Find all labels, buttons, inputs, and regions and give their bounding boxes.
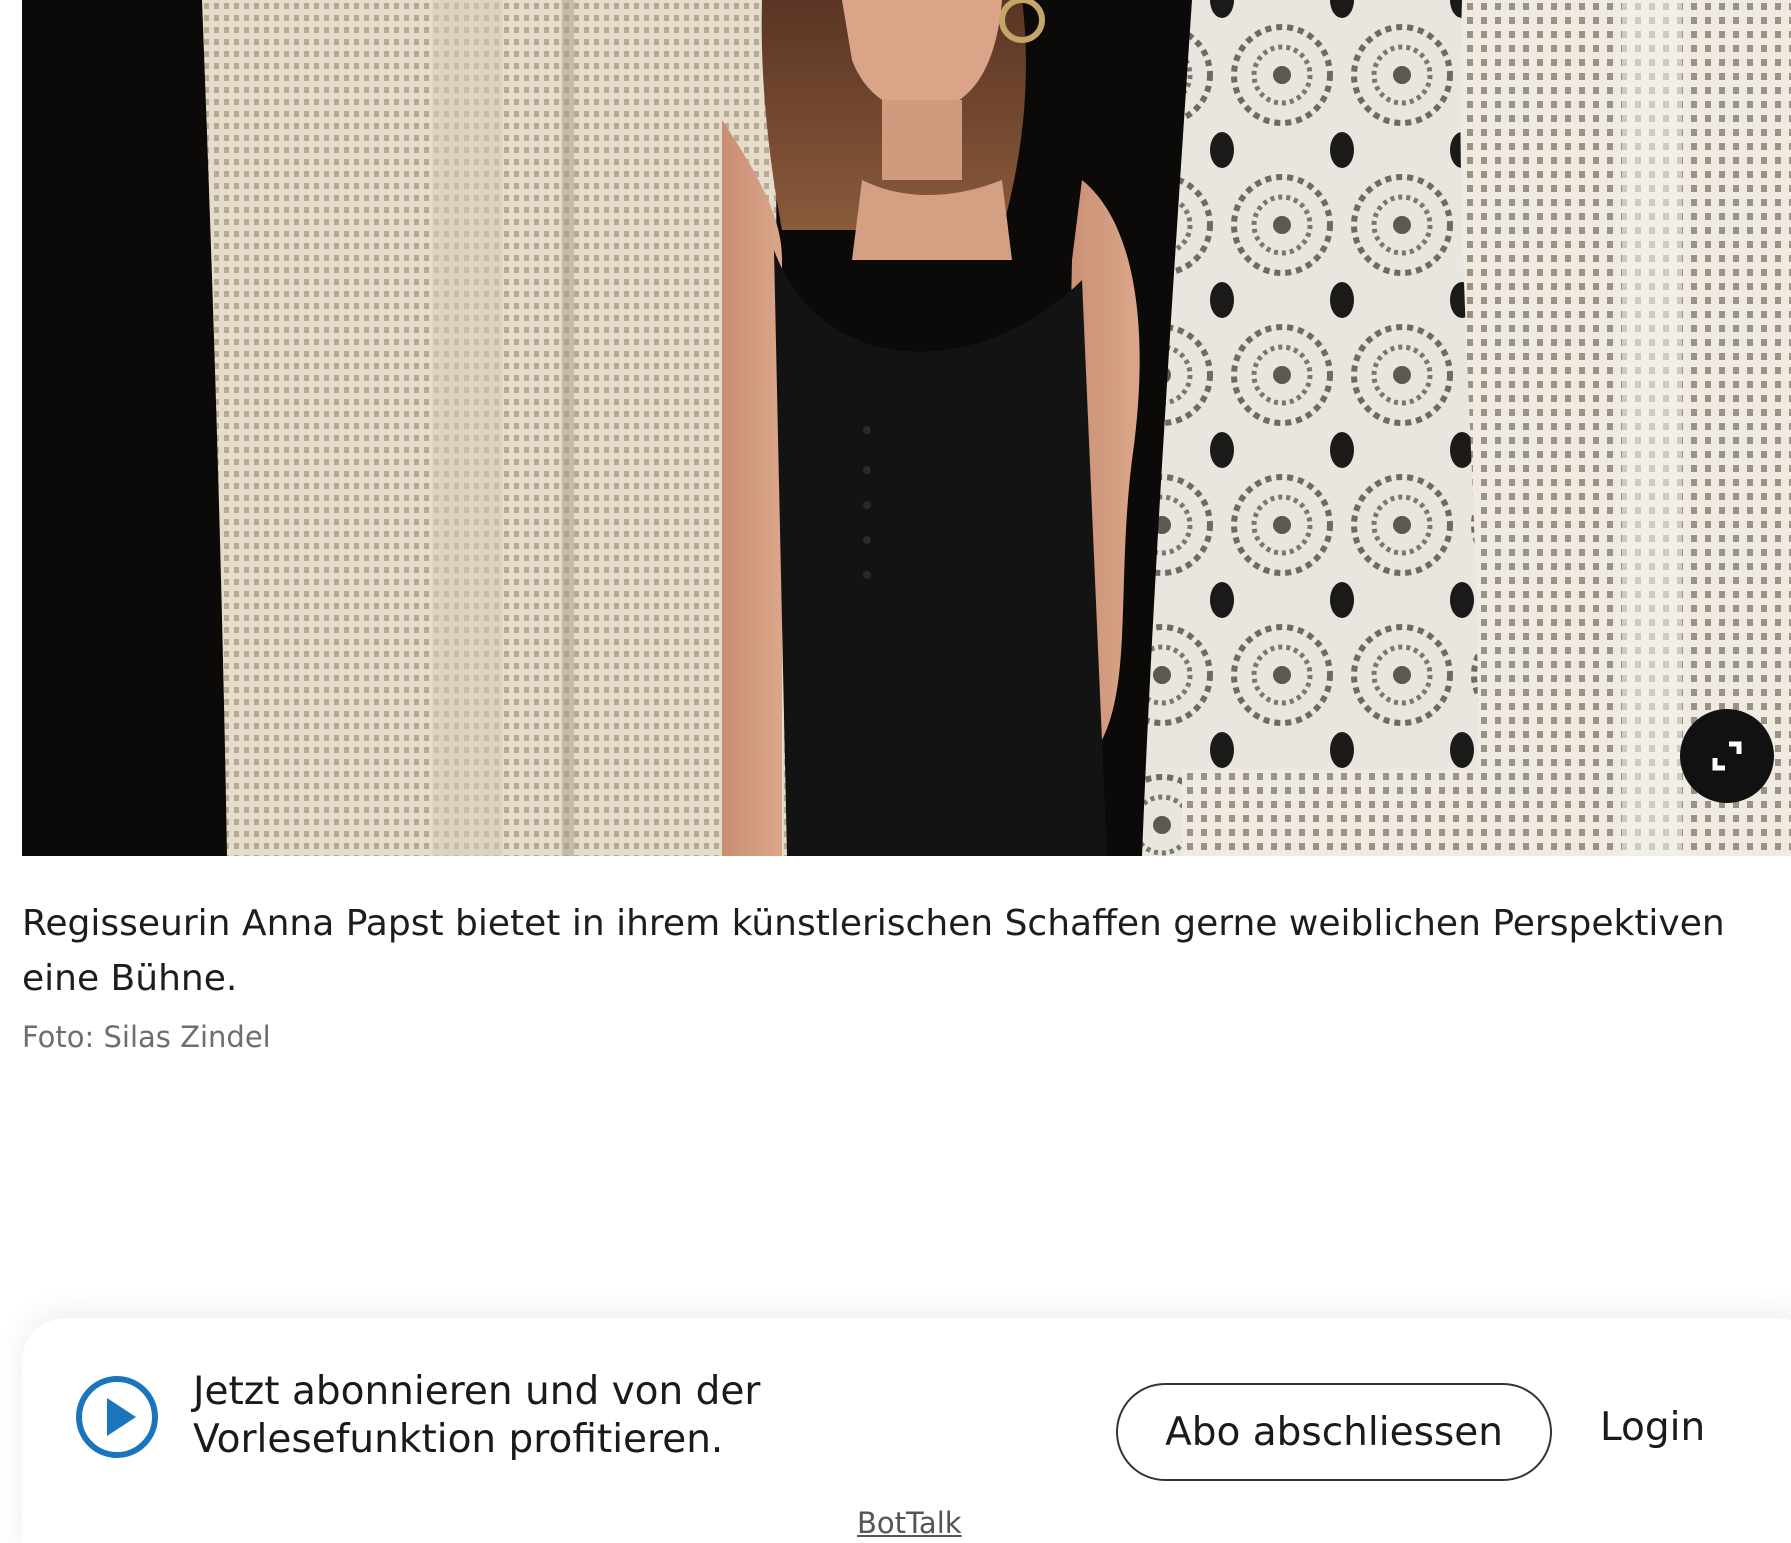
article-photo (22, 0, 1791, 856)
audio-promo-bar: Jetzt abonnieren und von der Vorlesefunk… (22, 1318, 1791, 1543)
subscribe-button[interactable]: Abo abschliessen (1116, 1383, 1552, 1481)
image-caption: Regisseurin Anna Papst bietet in ihrem k… (22, 903, 1725, 999)
promo-text: Jetzt abonnieren und von der Vorlesefunk… (193, 1369, 761, 1462)
bottalk-link[interactable]: BotTalk (857, 1506, 962, 1540)
expand-image-button[interactable] (1680, 709, 1774, 803)
play-circle-icon[interactable] (74, 1374, 160, 1460)
login-link[interactable]: Login (1600, 1405, 1705, 1450)
photo-illustration (22, 0, 1791, 856)
article-page: Regisseurin Anna Papst bietet in ihrem k… (0, 0, 1791, 1543)
photo-credit: Foto: Silas Zindel (22, 1020, 271, 1054)
expand-icon (1712, 741, 1742, 771)
